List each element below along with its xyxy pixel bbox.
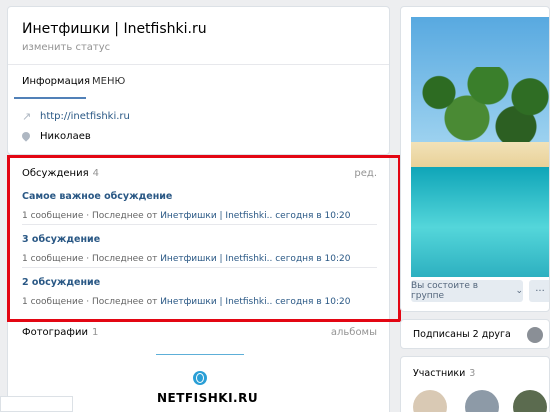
image-sea — [411, 167, 549, 277]
group-info-card: Инетфишки | Inetfishki.ru изменить стату… — [7, 6, 390, 155]
photos-header[interactable]: Фотографии 1 — [22, 327, 98, 338]
discussions-header[interactable]: Обсуждения 4 — [22, 168, 99, 179]
topic-last-label: Последнее от — [92, 211, 158, 221]
members-header[interactable]: Участники 3 — [413, 368, 475, 379]
photos-count: 1 — [91, 327, 99, 338]
discussions-count: 4 — [92, 168, 99, 179]
topic-message-count: 1 сообщение — [22, 211, 84, 221]
image-palms — [411, 67, 549, 152]
members-count: 3 — [469, 368, 476, 379]
photos-title: Фотографии — [22, 327, 88, 338]
group-cover-image[interactable] — [411, 17, 549, 277]
topic-message-count: 1 сообщение — [22, 254, 84, 264]
more-actions-button[interactable]: ··· — [529, 280, 549, 302]
topic-author-link[interactable]: Инетфишки | Inetfishki.. — [160, 297, 272, 307]
topic-time-link[interactable]: сегодня в 10:20 — [275, 254, 350, 264]
meta-separator: · — [86, 254, 90, 264]
discussions-title: Обсуждения — [22, 168, 89, 179]
member-avatar[interactable] — [465, 390, 499, 412]
topic-time-link[interactable]: сегодня в 10:20 — [275, 297, 350, 307]
topic-title-link[interactable]: 2 обсуждение — [22, 277, 377, 288]
active-tab-underline — [14, 97, 86, 99]
topic-last-label: Последнее от — [92, 297, 158, 307]
meta-separator: · — [86, 211, 90, 221]
meta-separator: · — [86, 297, 90, 307]
discussions-card: Обсуждения 4 ред. Самое важное обсуждение… — [7, 155, 390, 322]
joined-group-button[interactable]: Вы состоите в группе ⌄ — [411, 280, 523, 302]
member-avatar[interactable] — [413, 390, 447, 412]
group-cover-card: Вы состоите в группе ⌄ ··· — [400, 6, 550, 312]
banner-text[interactable]: NETFISHKI.RU — [157, 391, 258, 405]
city-row: Николаев — [22, 131, 91, 142]
globe-icon — [193, 371, 207, 385]
group-title: Инетфишки | Inetfishki.ru — [22, 21, 207, 37]
topic-item: 2 обсуждение 1 сообщение · Последнее от … — [22, 277, 377, 307]
topic-title-link[interactable]: Самое важное обсуждение — [22, 191, 377, 202]
topic-divider — [22, 267, 377, 268]
chevron-down-icon: ⌄ — [515, 286, 523, 296]
joined-label: Вы состоите в группе — [411, 281, 479, 301]
friends-card[interactable]: Подписаны 2 друга — [400, 319, 550, 349]
location-pin-icon — [22, 132, 32, 142]
topic-time-link[interactable]: сегодня в 10:20 — [275, 211, 350, 221]
member-avatar[interactable] — [513, 390, 547, 412]
city-text: Николаев — [40, 131, 91, 142]
friends-subscribed-text: Подписаны 2 друга — [413, 329, 511, 340]
topic-meta: 1 сообщение · Последнее от Инетфишки | I… — [22, 297, 377, 307]
topic-divider — [22, 224, 377, 225]
topic-author-link[interactable]: Инетфишки | Inetfishki.. — [160, 254, 272, 264]
banner-line — [156, 354, 244, 355]
topic-item: 3 обсуждение 1 сообщение · Последнее от … — [22, 234, 377, 264]
topic-meta: 1 сообщение · Последнее от Инетфишки | I… — [22, 254, 377, 264]
members-title: Участники — [413, 368, 466, 379]
topic-item: Самое важное обсуждение 1 сообщение · По… — [22, 191, 377, 221]
bottom-left-panel — [0, 396, 73, 412]
site-link[interactable]: http://inetfishki.ru — [40, 111, 130, 122]
divider — [8, 64, 389, 65]
status-edit-link[interactable]: изменить статус — [22, 42, 110, 53]
site-row[interactable]: ↗ http://inetfishki.ru — [22, 109, 130, 123]
members-card: Участники 3 — [400, 356, 550, 412]
topic-meta: 1 сообщение · Последнее от Инетфишки | I… — [22, 211, 377, 221]
albums-link[interactable]: альбомы — [331, 327, 377, 338]
topic-title-link[interactable]: 3 обсуждение — [22, 234, 377, 245]
tab-info[interactable]: Информация — [22, 76, 90, 87]
topic-message-count: 1 сообщение — [22, 297, 84, 307]
image-sand — [411, 142, 549, 170]
friend-avatar[interactable] — [527, 327, 543, 343]
edit-discussions-link[interactable]: ред. — [354, 168, 377, 179]
topic-last-label: Последнее от — [92, 254, 158, 264]
topic-author-link[interactable]: Инетфишки | Inetfishki.. — [160, 211, 272, 221]
tab-menu[interactable]: МЕНЮ — [92, 76, 125, 87]
share-arrow-icon: ↗ — [22, 109, 32, 123]
